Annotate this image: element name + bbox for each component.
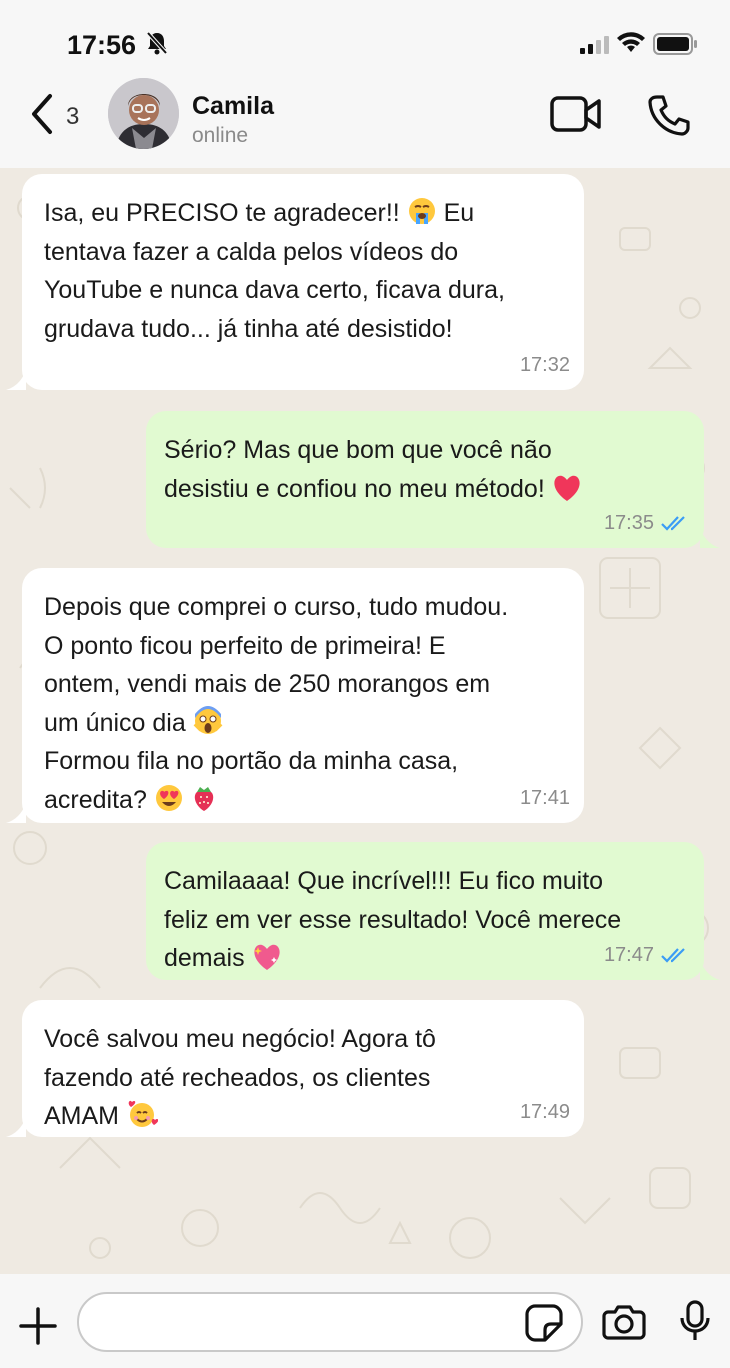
composer-bar	[0, 1274, 730, 1368]
heart-eyes-emoji	[155, 784, 182, 811]
message-meta: 17:35	[604, 504, 690, 543]
message-bubble-outgoing[interactable]: Camilaaaa! Que incrível!!! Eu fico muito…	[146, 842, 720, 980]
sticker-icon[interactable]	[525, 1304, 563, 1342]
message-input[interactable]	[99, 1294, 539, 1350]
message-text: Você salvou meu negócio! Agora tô fazend…	[44, 1020, 562, 1136]
message-text-part	[184, 786, 191, 814]
wifi-icon	[617, 32, 645, 52]
video-call-icon[interactable]	[550, 96, 602, 132]
message-time: 17:49	[519, 1100, 570, 1123]
chat-area[interactable]: Isa, eu PRECISO te agradecer!! Eu tentav…	[0, 168, 730, 1274]
message-text-part: Camilaaaa! Que incrível!!! Eu fico muito…	[164, 867, 622, 972]
message-time: 17:32	[519, 353, 570, 376]
camera-icon[interactable]	[602, 1304, 646, 1340]
message-text: Depois que comprei o curso, tudo mudou. …	[44, 588, 562, 819]
message-meta: 17:47	[604, 936, 690, 975]
phone-call-icon[interactable]	[648, 94, 690, 136]
message-time: 17:35	[603, 511, 654, 534]
message-input-container[interactable]	[77, 1292, 583, 1352]
message-text-part: Você salvou meu negócio! Agora tô fazend…	[44, 1025, 436, 1130]
plus-icon[interactable]	[18, 1306, 58, 1346]
read-ticks-icon	[661, 515, 685, 531]
message-bubble-outgoing[interactable]: Sério? Mas que bom que você não desistiu…	[146, 411, 720, 548]
bubble-tail	[6, 803, 26, 823]
chat-header: 3 Camila online	[0, 68, 730, 168]
message-bubble-incoming[interactable]: Você salvou meu negócio! Agora tô fazend…	[6, 1000, 584, 1137]
message-bubble-incoming[interactable]: Depois que comprei o curso, tudo mudou. …	[6, 568, 584, 823]
message-text: Sério? Mas que bom que você não desistiu…	[164, 431, 682, 508]
bubble-tail	[700, 528, 720, 548]
sparkling-heart-emoji	[253, 944, 280, 970]
message-meta: 17:32	[520, 346, 570, 385]
message-time: 17:47	[603, 943, 654, 966]
smiling-face-with-hearts-emoji	[128, 1100, 158, 1127]
bubble-tail	[6, 370, 26, 390]
message-text-part: Isa, eu PRECISO te agradecer!!	[44, 199, 407, 227]
message-text-part: Depois que comprei o curso, tudo mudou. …	[44, 593, 509, 737]
message-text-part: Sério? Mas que bom que você não desistiu…	[164, 436, 552, 503]
avatar-photo	[108, 78, 179, 149]
read-ticks-icon	[661, 947, 685, 963]
status-time: 17:56	[67, 30, 137, 60]
microphone-icon[interactable]	[680, 1300, 710, 1342]
screaming-face-emoji	[193, 705, 223, 734]
message-text-part: Formou fila no portão da minha casa, acr…	[44, 747, 459, 814]
message-meta: 17:49	[520, 1093, 570, 1132]
message-text: Isa, eu PRECISO te agradecer!! Eu tentav…	[44, 194, 562, 348]
contact-status: online	[192, 124, 249, 147]
avatar[interactable]	[108, 78, 179, 149]
chevron-left-icon	[32, 94, 52, 134]
message-time: 17:41	[519, 786, 570, 809]
contact-name[interactable]: Camila	[192, 92, 274, 121]
strawberry-emoji	[194, 786, 213, 811]
bubble-tail	[700, 960, 720, 980]
battery-icon	[653, 33, 697, 55]
red-heart-emoji	[554, 475, 580, 501]
loudly-crying-face-emoji	[408, 198, 435, 224]
message-bubble-incoming[interactable]: Isa, eu PRECISO te agradecer!! Eu tentav…	[6, 174, 584, 390]
bubble-tail	[6, 1117, 26, 1137]
bell-muted-icon	[146, 31, 168, 55]
message-meta: 17:41	[520, 779, 570, 818]
unread-count[interactable]: 3	[66, 103, 79, 131]
signal-icon	[580, 36, 609, 54]
